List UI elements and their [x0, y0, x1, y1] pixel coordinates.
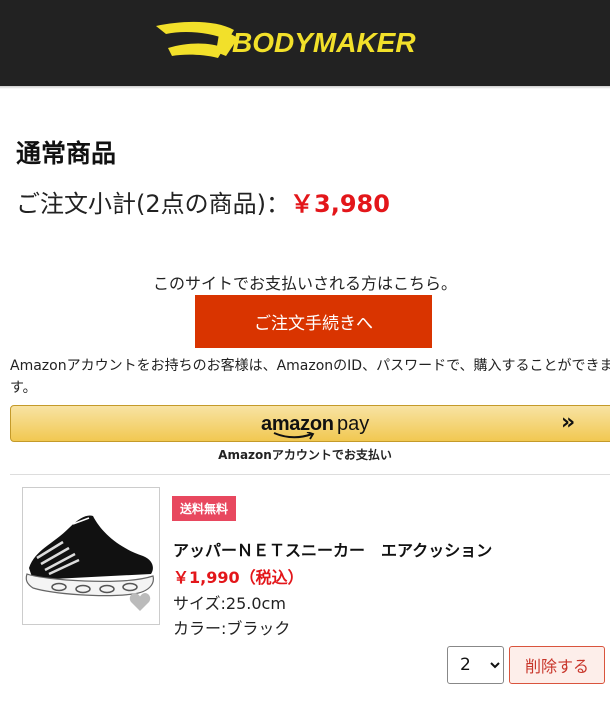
- product-size: サイズ:25.0cm: [173, 594, 286, 613]
- subtotal-price: ￥3,980: [290, 190, 390, 218]
- site-header: BODYMAKER: [0, 0, 610, 86]
- amazon-pay-button[interactable]: amazon pay »: [10, 405, 610, 442]
- product-price: ￥1,990（税込）: [173, 568, 304, 587]
- heart-icon[interactable]: [129, 592, 151, 612]
- product-color: カラー:ブラック: [173, 619, 291, 638]
- amazon-caption: Amazonアカウントでお支払い: [218, 448, 392, 462]
- divider: [10, 474, 610, 475]
- chevron-right-icon: »: [561, 410, 575, 435]
- logo-text: BODYMAKER: [232, 27, 416, 58]
- product-image[interactable]: [22, 487, 160, 625]
- header-divider: [0, 86, 610, 89]
- order-subtotal: ご注文小計(2点の商品)：￥3,980: [16, 184, 390, 219]
- amazon-smile-icon: [273, 432, 315, 440]
- delete-button[interactable]: 削除する: [509, 646, 605, 684]
- payment-note: このサイトでお支払いされる方はこちら。: [152, 274, 457, 293]
- section-title: 通常商品: [16, 139, 117, 168]
- subtotal-label: ご注文小計(2点の商品)：: [16, 190, 290, 218]
- quantity-select[interactable]: 12345: [447, 646, 504, 684]
- amazon-note: Amazonアカウントをお持ちのお客様は、AmazonのID、パスワードで、購入…: [10, 358, 610, 396]
- bodymaker-logo[interactable]: BODYMAKER: [154, 18, 450, 64]
- free-shipping-badge: 送料無料: [172, 496, 237, 521]
- amazon-pay-word: pay: [337, 413, 370, 435]
- product-name[interactable]: アッパーＮＥＴスニーカー エアクッション: [173, 537, 492, 561]
- checkout-button[interactable]: ご注文手続きへ: [195, 295, 432, 348]
